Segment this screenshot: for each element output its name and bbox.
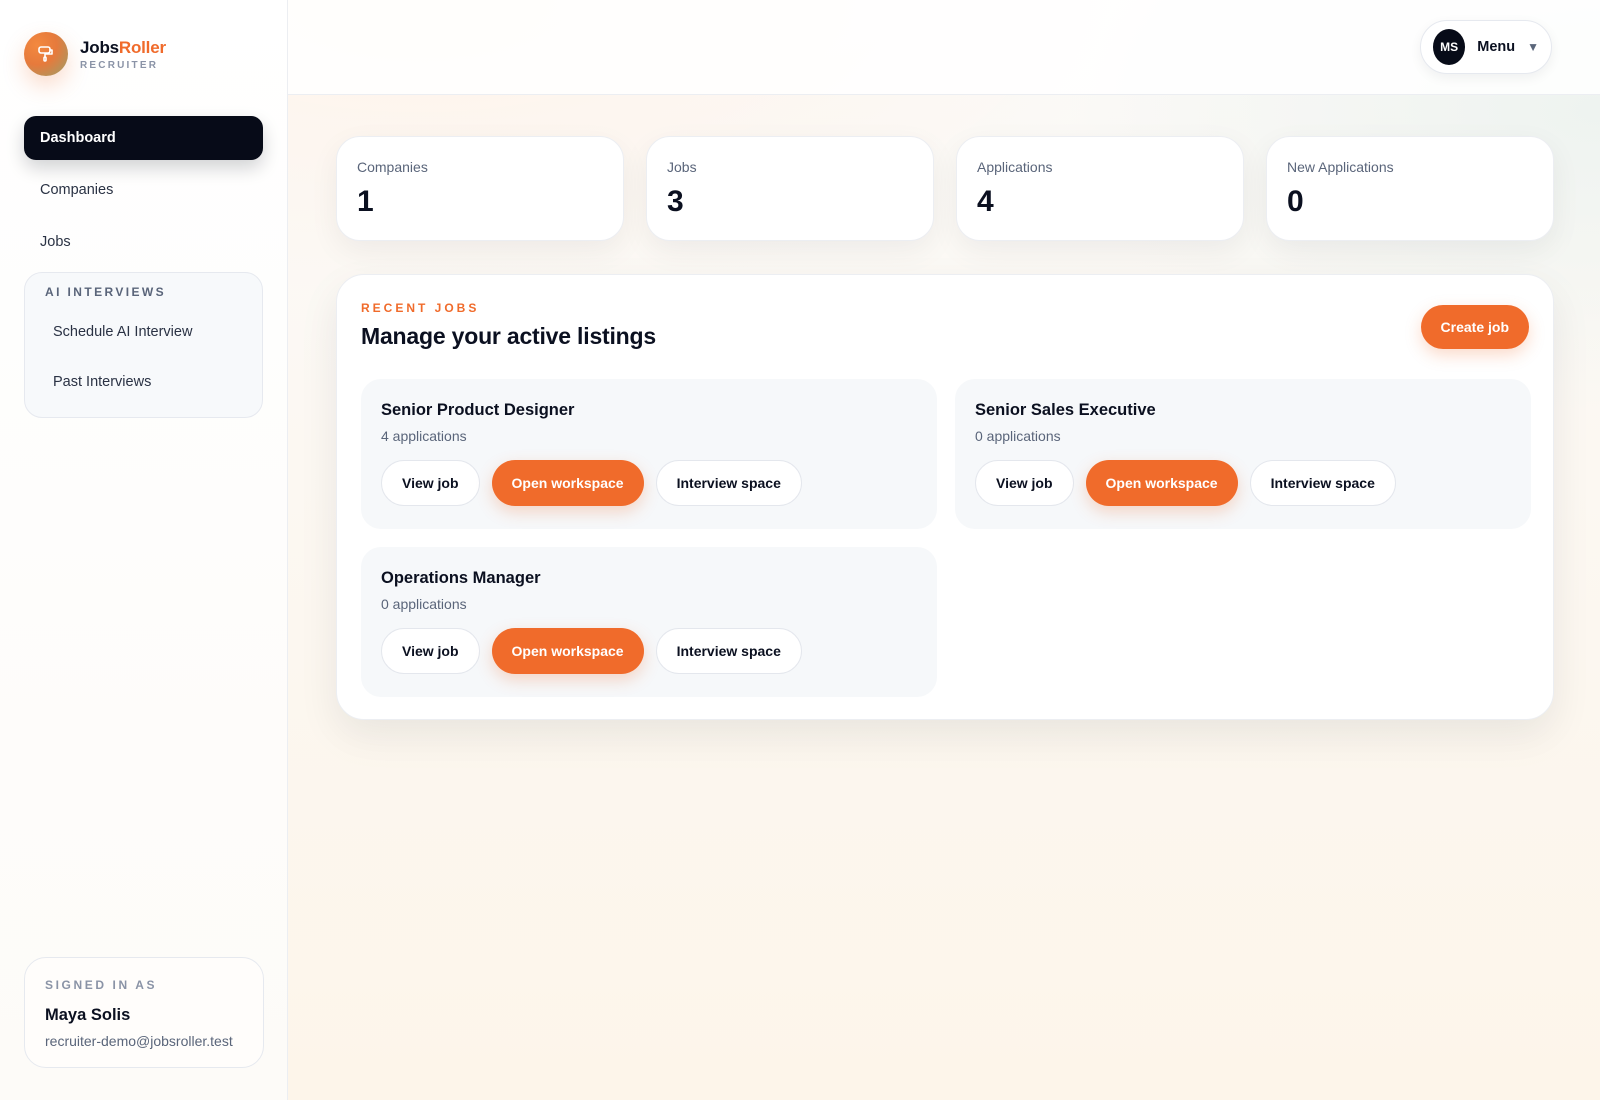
job-card: Senior Sales Executive 0 applications Vi… xyxy=(955,379,1531,529)
main-content: MS Menu ▼ Companies 1 Jobs 3 Application… xyxy=(288,0,1600,1100)
brand-name-part1: Jobs xyxy=(80,37,119,57)
brand-text: JobsRoller RECRUITER xyxy=(80,38,166,71)
signed-in-card: SIGNED IN AS Maya Solis recruiter-demo@j… xyxy=(24,957,264,1068)
recent-jobs-panel: RECENT JOBS Manage your active listings … xyxy=(336,274,1554,720)
interview-space-button[interactable]: Interview space xyxy=(1249,460,1396,506)
topbar: MS Menu ▼ xyxy=(288,0,1600,95)
sidebar-item-companies[interactable]: Companies xyxy=(24,168,263,212)
stat-value: 1 xyxy=(357,185,374,218)
open-workspace-button[interactable]: Open workspace xyxy=(1085,460,1238,506)
stat-card-jobs: Jobs 3 xyxy=(646,136,934,241)
job-title: Senior Sales Executive xyxy=(975,401,1156,419)
stat-card-companies: Companies 1 xyxy=(336,136,624,241)
paint-roller-icon xyxy=(24,32,68,76)
create-job-button[interactable]: Create job xyxy=(1420,305,1529,349)
job-actions: View job Open workspace Interview space xyxy=(381,628,917,674)
interview-space-button[interactable]: Interview space xyxy=(655,628,802,674)
stat-label: Jobs xyxy=(667,159,697,175)
chevron-down-icon: ▼ xyxy=(1527,40,1539,54)
ai-interviews-section: AI INTERVIEWS Schedule AI Interview Past… xyxy=(24,272,263,418)
job-card: Operations Manager 0 applications View j… xyxy=(361,547,937,697)
recent-jobs-eyebrow: RECENT JOBS xyxy=(361,301,480,315)
menu-label: Menu xyxy=(1477,39,1516,55)
stat-label: Companies xyxy=(357,159,428,175)
view-job-button[interactable]: View job xyxy=(381,628,480,674)
sidebar-item-jobs[interactable]: Jobs xyxy=(24,220,263,264)
sidebar-nav: Dashboard Companies Jobs AI INTERVIEWS S… xyxy=(24,116,263,418)
stat-value: 0 xyxy=(1287,185,1304,218)
job-applications-count: 0 applications xyxy=(975,428,1061,444)
job-actions: View job Open workspace Interview space xyxy=(975,460,1511,506)
signed-in-label: SIGNED IN AS xyxy=(45,978,158,992)
sidebar-item-schedule-ai-interview[interactable]: Schedule AI Interview xyxy=(37,307,250,357)
job-card: Senior Product Designer 4 applications V… xyxy=(361,379,937,529)
open-workspace-button[interactable]: Open workspace xyxy=(491,628,644,674)
job-title: Senior Product Designer xyxy=(381,401,575,419)
stat-value: 3 xyxy=(667,185,684,218)
interview-space-button[interactable]: Interview space xyxy=(655,460,802,506)
job-list: Senior Product Designer 4 applications V… xyxy=(361,379,1531,697)
brand-name: JobsRoller xyxy=(80,38,166,58)
stats-row: Companies 1 Jobs 3 Applications 4 New Ap… xyxy=(336,136,1554,241)
sidebar-item-dashboard[interactable]: Dashboard xyxy=(24,116,263,160)
user-menu-button[interactable]: MS Menu ▼ xyxy=(1420,20,1552,74)
brand[interactable]: JobsRoller RECRUITER xyxy=(24,0,263,108)
open-workspace-button[interactable]: Open workspace xyxy=(491,460,644,506)
app-root: JobsRoller RECRUITER Dashboard Companies… xyxy=(0,0,1600,1100)
view-job-button[interactable]: View job xyxy=(381,460,480,506)
stat-value: 4 xyxy=(977,185,994,218)
job-actions: View job Open workspace Interview space xyxy=(381,460,917,506)
avatar: MS xyxy=(1433,29,1466,65)
stat-label: Applications xyxy=(977,159,1053,175)
brand-name-part2: Roller xyxy=(118,37,166,57)
sidebar-item-past-interviews[interactable]: Past Interviews xyxy=(37,357,250,407)
ai-interviews-title: AI INTERVIEWS xyxy=(45,285,166,299)
brand-subtitle: RECRUITER xyxy=(80,59,159,71)
signed-in-email: recruiter-demo@jobsroller.test xyxy=(45,1033,233,1049)
job-title: Operations Manager xyxy=(381,569,541,587)
job-applications-count: 4 applications xyxy=(381,428,467,444)
recent-jobs-title: Manage your active listings xyxy=(361,323,656,349)
stat-card-new-applications: New Applications 0 xyxy=(1266,136,1554,241)
job-applications-count: 0 applications xyxy=(381,596,467,612)
signed-in-name: Maya Solis xyxy=(45,1006,131,1024)
stat-label: New Applications xyxy=(1287,159,1394,175)
sidebar: JobsRoller RECRUITER Dashboard Companies… xyxy=(0,0,288,1100)
stat-card-applications: Applications 4 xyxy=(956,136,1244,241)
view-job-button[interactable]: View job xyxy=(975,460,1074,506)
